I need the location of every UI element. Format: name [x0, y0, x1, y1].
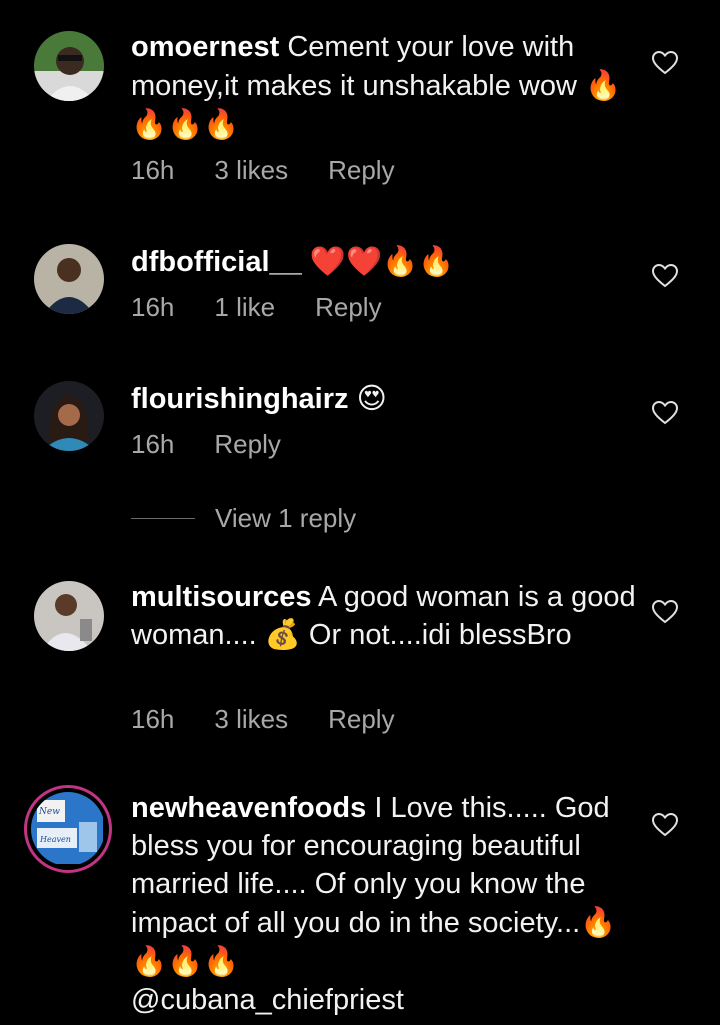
like-count[interactable]: 1 like: [214, 292, 275, 323]
avatar[interactable]: [34, 381, 104, 451]
svg-text:New: New: [38, 807, 60, 817]
reply-button[interactable]: Reply: [328, 155, 394, 186]
avatar[interactable]: [34, 31, 104, 101]
username[interactable]: flourishinghairz: [131, 383, 349, 415]
comment-meta: 16h 1 like Reply: [131, 292, 382, 323]
heart-icon[interactable]: [651, 812, 679, 837]
avatar[interactable]: New Heaven: [24, 785, 112, 873]
comment-meta: 16h 3 likes Reply: [131, 155, 395, 186]
comment-body: omoernest Cement your love with money,it…: [131, 28, 636, 144]
timestamp: 16h: [131, 155, 175, 185]
username[interactable]: multisources: [131, 581, 312, 613]
divider: [131, 518, 195, 519]
username[interactable]: omoernest: [131, 31, 279, 63]
timestamp: 16h: [131, 429, 175, 459]
comment-meta: 16h Reply: [131, 429, 281, 460]
mention-link[interactable]: @cubana_chiefpriest: [131, 984, 404, 1016]
like-count[interactable]: 3 likes: [214, 704, 288, 735]
timestamp: 16h: [131, 292, 175, 322]
view-replies-button[interactable]: View 1 reply: [131, 503, 356, 534]
reply-button[interactable]: Reply: [315, 292, 381, 323]
comment-body: newheavenfoods I Love this..... God bles…: [131, 789, 636, 1019]
comment-emoji: ❤️❤️🔥🔥: [309, 244, 455, 278]
comment-body: multisources A good woman is a good woma…: [131, 578, 636, 654]
heart-icon[interactable]: [651, 599, 679, 624]
comment-emoji: 😍: [356, 381, 387, 415]
heart-icon[interactable]: [651, 400, 679, 425]
heart-icon[interactable]: [651, 263, 679, 288]
comment-body: dfbofficial__ ❤️❤️🔥🔥: [131, 242, 636, 281]
avatar[interactable]: [34, 581, 104, 651]
comment-meta: 16h 3 likes Reply: [131, 704, 395, 735]
reply-button[interactable]: Reply: [214, 429, 280, 460]
avatar-image: New Heaven: [31, 792, 105, 866]
username[interactable]: dfbofficial__: [131, 246, 302, 278]
timestamp: 16h: [131, 704, 175, 734]
avatar[interactable]: [34, 244, 104, 314]
reply-button[interactable]: Reply: [328, 704, 394, 735]
heart-icon[interactable]: [651, 50, 679, 75]
username[interactable]: newheavenfoods: [131, 792, 366, 824]
like-count[interactable]: 3 likes: [214, 155, 288, 186]
svg-text:Heaven: Heaven: [39, 835, 71, 844]
view-replies-label[interactable]: View 1 reply: [215, 503, 356, 534]
comment-body: flourishinghairz 😍: [131, 379, 636, 418]
